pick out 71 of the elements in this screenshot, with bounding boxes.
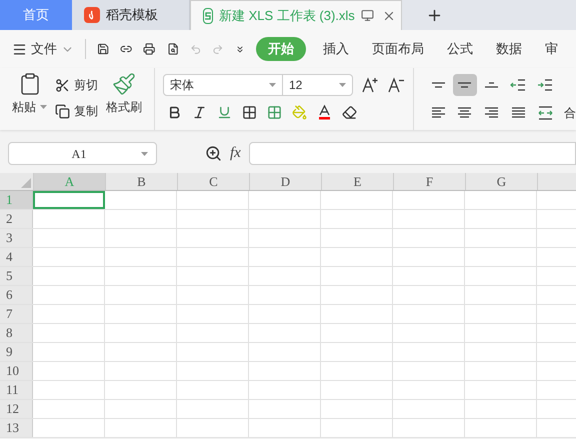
eraser-icon[interactable] [342,104,357,120]
align-middle-icon [456,82,474,88]
document-tab[interactable]: 稻壳模板 [72,0,190,30]
row-header[interactable]: 8 [0,324,33,342]
underline-icon[interactable] [217,104,232,120]
column-header[interactable]: G [465,173,537,190]
caret-icon [141,152,148,156]
row-header[interactable]: 6 [0,286,33,304]
function-button[interactable]: fx [230,142,241,165]
align-outdent-icon [510,77,527,93]
cut-button[interactable]: 剪切 [55,76,98,94]
row-header[interactable]: 7 [0,305,33,323]
row-header[interactable]: 3 [0,229,33,247]
font-size-field[interactable]: 12 [283,74,353,96]
brush-icon [112,72,136,96]
save-icon[interactable] [96,41,110,57]
formula-field[interactable] [248,142,576,165]
paste-button[interactable]: 粘贴 [12,72,47,116]
sheet-icon [203,8,213,24]
font-name-field[interactable]: 宋体 [163,74,283,96]
document-tab[interactable]: 首页 [0,0,72,30]
new-tab-icon[interactable] [426,7,443,24]
row-header[interactable]: 4 [0,248,33,266]
align-indent-icon [536,77,554,93]
row-header[interactable]: 5 [0,267,33,285]
ribbon-tab[interactable]: 公式 [441,39,479,59]
copy-icon [55,104,70,118]
corner-triangle-icon [21,178,31,188]
caret-icon [40,105,47,109]
row-header[interactable]: 10 [0,362,33,380]
align-distributed-icon [536,105,554,121]
menu-icon [12,42,27,56]
format-painter-button[interactable]: 格式刷 [106,72,142,116]
window-icon[interactable] [360,9,374,22]
ribbon-tab[interactable]: 页面布局 [366,39,430,59]
align-top-icon [430,82,446,88]
row-header[interactable]: 11 [0,381,33,399]
ribbon-tab[interactable]: 数据 [490,39,528,59]
row-header[interactable]: 2 [0,210,33,228]
file-menu[interactable]: 文件 [12,39,74,59]
preview-icon[interactable] [166,41,179,57]
print-icon[interactable] [143,41,156,57]
copy-button[interactable]: 复制 [55,102,98,120]
cell-style-icon[interactable] [267,104,282,120]
ribbon-tab[interactable]: 审 [539,39,564,59]
name-box[interactable]: A1 [8,142,157,165]
caret-icon [269,83,276,87]
fill-color-icon[interactable] [292,104,307,120]
italic-icon[interactable] [192,104,207,120]
flame-icon [84,7,100,23]
column-header[interactable]: D [249,173,321,190]
caret-icon [339,83,346,87]
row-header[interactable]: 9 [0,343,33,361]
shrink-font-icon[interactable] [387,76,405,94]
ribbon-tab[interactable]: 插入 [317,39,355,59]
border-icon[interactable] [242,104,257,120]
zoom-icon[interactable] [205,145,222,162]
row-header[interactable]: 13 [0,419,33,437]
font-color-icon[interactable] [317,104,332,120]
row-header[interactable]: 12 [0,400,33,418]
selected-cell[interactable] [33,191,105,209]
column-header[interactable]: B [105,173,177,190]
scissors-icon [55,78,70,92]
alignment-button[interactable] [452,74,477,96]
grow-font-icon[interactable] [361,76,379,94]
column-header[interactable]: E [321,173,393,190]
ribbon-label: 合 [564,105,576,122]
bold-icon[interactable] [167,104,182,120]
column-header[interactable]: F [393,173,465,190]
align-bottom-icon [483,82,500,88]
column-header[interactable]: C [177,173,249,190]
